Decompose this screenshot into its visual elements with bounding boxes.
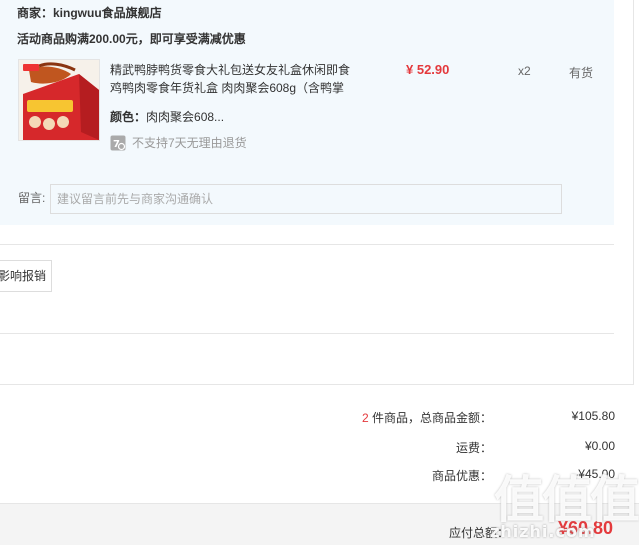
payable-amount: ¥60.80 xyxy=(557,518,613,538)
promo-notice: 活动商品购满200.00元，即可享受满减优惠 xyxy=(17,32,246,46)
section-divider xyxy=(0,244,614,245)
payable-label: 应付总额： xyxy=(448,526,509,540)
attribute-value: 肉肉聚会608... xyxy=(146,110,225,124)
discount-amount: -¥45.00 xyxy=(574,467,615,481)
goods-count: 2 xyxy=(361,411,369,425)
product-attribute: 颜色：肉肉聚会608... xyxy=(110,108,224,125)
message-label: 留言: xyxy=(18,191,46,205)
discount-label: 商品优惠： xyxy=(431,469,492,483)
shipping-label: 运费： xyxy=(455,441,492,455)
return-note-text: 不支持7天无理由退货 xyxy=(132,136,247,150)
summary-goods-row: 2 件商品，总商品金额： ¥105.80 xyxy=(300,409,615,425)
summary-discount-row: 商品优惠： -¥45.00 xyxy=(300,467,615,483)
payable-total-bar: 应付总额： ¥60.80 xyxy=(0,503,639,545)
product-image xyxy=(19,60,99,140)
invoice-button[interactable]: 影响报销 xyxy=(0,260,52,292)
product-title[interactable]: 精武鸭脖鸭货零食大礼包送女友礼盒休闲即食鸡鸭肉零食年货礼盒 肉肉聚会608g（含… xyxy=(110,61,360,97)
section-divider xyxy=(0,333,614,334)
no-return-icon: 7 xyxy=(110,135,126,151)
section-divider xyxy=(0,384,634,385)
goods-count-suffix: 件商品，总商品金额： xyxy=(368,411,492,425)
product-thumbnail[interactable] xyxy=(18,59,100,141)
summary-shipping-row: 运费： ¥0.00 xyxy=(300,439,615,455)
panel-border xyxy=(633,0,634,385)
stock-status: 有货 xyxy=(569,66,594,80)
attribute-label: 颜色： xyxy=(110,110,147,124)
merchant-name[interactable]: 商家：kingwuu食品旗舰店 xyxy=(17,4,162,21)
shipping-fee: ¥0.00 xyxy=(584,439,615,453)
quantity: x2 xyxy=(518,64,531,78)
goods-count-label: 2 件商品，总商品金额： xyxy=(362,409,492,426)
unit-price: ¥ 52.90 xyxy=(406,62,450,77)
return-policy-note: 7 不支持7天无理由退货 xyxy=(110,134,247,151)
message-input[interactable] xyxy=(50,184,562,214)
goods-total: ¥105.80 xyxy=(571,409,615,423)
